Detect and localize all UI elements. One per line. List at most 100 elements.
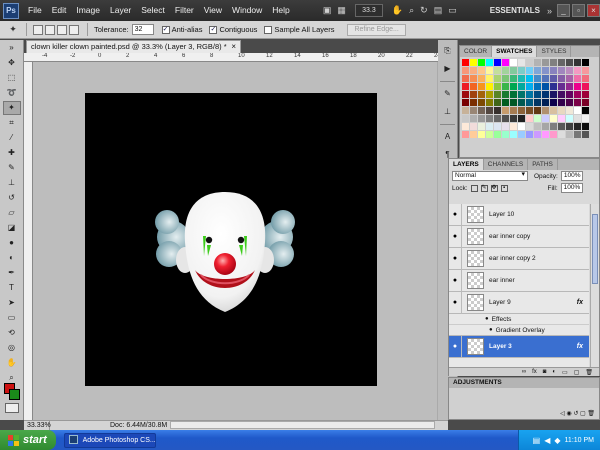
swatch[interactable]	[574, 123, 581, 130]
swatch[interactable]	[478, 75, 485, 82]
swatch[interactable]	[478, 115, 485, 122]
workspace-switcher[interactable]: ESSENTIALS	[490, 6, 540, 15]
swatch[interactable]	[534, 59, 541, 66]
tab-paths[interactable]: PATHS	[528, 159, 558, 170]
swatch[interactable]	[494, 123, 501, 130]
eye-icon[interactable]: ●	[449, 225, 462, 248]
swatch[interactable]	[558, 75, 565, 82]
swatch[interactable]	[478, 91, 485, 98]
lasso-tool-icon[interactable]: ➰	[3, 86, 21, 100]
rotate-view-icon[interactable]: ↻	[420, 5, 428, 16]
swatch[interactable]	[526, 107, 533, 114]
healing-brush-icon[interactable]: ✚	[3, 146, 21, 160]
swatch[interactable]	[478, 107, 485, 114]
ruler-horizontal[interactable]: -4-2024681012141618202224	[24, 53, 448, 62]
eye-icon[interactable]: ●	[485, 316, 489, 322]
menu-help[interactable]: Help	[267, 0, 294, 21]
swatch[interactable]	[574, 83, 581, 90]
screen-mode-icon[interactable]: ▭	[448, 5, 457, 16]
swatch[interactable]	[550, 75, 557, 82]
layer-row[interactable]: ● ear inner copy 2	[449, 247, 589, 270]
add-to-selection-icon[interactable]	[45, 24, 55, 35]
swatch[interactable]	[478, 59, 485, 66]
type-tool-icon[interactable]: T	[3, 281, 21, 295]
3d-orbit-icon[interactable]: ◎	[3, 341, 21, 355]
swatch[interactable]	[478, 67, 485, 74]
swatch[interactable]	[486, 59, 493, 66]
swatch[interactable]	[470, 107, 477, 114]
swatch[interactable]	[566, 107, 573, 114]
add-style-icon[interactable]: fx	[532, 369, 537, 375]
layer-row[interactable]: ● Layer 9 fx	[449, 291, 589, 314]
swatch[interactable]	[582, 123, 589, 130]
close-button[interactable]: ×	[587, 4, 600, 17]
swatch[interactable]	[566, 59, 573, 66]
tab-adjustments[interactable]: ADJUSTMENTS	[449, 378, 599, 388]
swatch[interactable]	[582, 67, 589, 74]
swatch[interactable]	[574, 131, 581, 138]
swatch[interactable]	[574, 107, 581, 114]
swatch[interactable]	[558, 59, 565, 66]
swatch[interactable]	[494, 115, 501, 122]
swatch[interactable]	[486, 75, 493, 82]
swatch[interactable]	[518, 59, 525, 66]
swatch[interactable]	[582, 99, 589, 106]
tab-styles[interactable]: STYLES	[537, 46, 572, 57]
swatch[interactable]	[462, 83, 469, 90]
swatch[interactable]	[462, 67, 469, 74]
clone-stamp-icon[interactable]: ⊥	[3, 176, 21, 190]
tab-swatches[interactable]: SWATCHES	[492, 46, 538, 57]
menu-select[interactable]: Select	[136, 0, 170, 21]
swatch[interactable]	[494, 67, 501, 74]
adjustments-footer-icons[interactable]: ◁ ◉ ↺ ▢ 🗑	[560, 410, 595, 417]
delete-layer-icon[interactable]: 🗑	[585, 369, 593, 376]
tab-color[interactable]: COLOR	[460, 46, 493, 57]
eyedropper-tool-icon[interactable]: ⁄	[3, 131, 21, 145]
magic-wand-preset-icon[interactable]: ✦	[6, 23, 20, 36]
arrange-documents-icon[interactable]: ▤	[434, 5, 443, 16]
swatch[interactable]	[582, 131, 589, 138]
swatch[interactable]	[550, 91, 557, 98]
swatch[interactable]	[486, 107, 493, 114]
shape-tool-icon[interactable]: ▭	[3, 311, 21, 325]
swatch[interactable]	[566, 75, 573, 82]
swatch[interactable]	[526, 83, 533, 90]
swatch[interactable]	[542, 75, 549, 82]
swatch[interactable]	[558, 67, 565, 74]
tab-channels[interactable]: CHANNELS	[484, 159, 529, 170]
history-panel-icon[interactable]: ⎘	[441, 44, 455, 58]
swatch[interactable]	[534, 115, 541, 122]
lock-pixels-icon[interactable]: ✎	[480, 184, 488, 192]
menu-file[interactable]: File	[23, 0, 47, 21]
chevron-right-icon[interactable]: »	[547, 6, 552, 16]
tab-layers[interactable]: LAYERS	[449, 159, 484, 170]
swatch[interactable]	[582, 59, 589, 66]
swatch[interactable]	[470, 99, 477, 106]
swatch[interactable]	[494, 131, 501, 138]
swatch[interactable]	[542, 67, 549, 74]
quick-mask-icon[interactable]	[5, 403, 19, 413]
clock[interactable]: 11:10 PM	[565, 437, 594, 444]
subtract-from-selection-icon[interactable]	[57, 24, 67, 35]
swatch[interactable]	[558, 107, 565, 114]
effects-label-row[interactable]: ● Effects	[449, 314, 589, 325]
swatch[interactable]	[470, 67, 477, 74]
swatch[interactable]	[518, 131, 525, 138]
swatch[interactable]	[518, 115, 525, 122]
swatch[interactable]	[510, 59, 517, 66]
swatch[interactable]	[558, 131, 565, 138]
swatch[interactable]	[534, 75, 541, 82]
blur-tool-icon[interactable]: ●	[3, 236, 21, 250]
swatch[interactable]	[558, 91, 565, 98]
layer-row[interactable]: ● ear inner	[449, 269, 589, 292]
swatch[interactable]	[470, 131, 477, 138]
intersect-selection-icon[interactable]	[69, 24, 79, 35]
horizontal-scrollbar[interactable]	[170, 421, 435, 429]
swatch[interactable]	[542, 99, 549, 106]
magic-wand-tool-icon[interactable]: ✦	[2, 101, 21, 115]
swatch[interactable]	[494, 83, 501, 90]
swatch[interactable]	[542, 59, 549, 66]
character-panel-icon[interactable]: A	[441, 130, 455, 144]
swatch[interactable]	[550, 131, 557, 138]
swatch[interactable]	[582, 115, 589, 122]
